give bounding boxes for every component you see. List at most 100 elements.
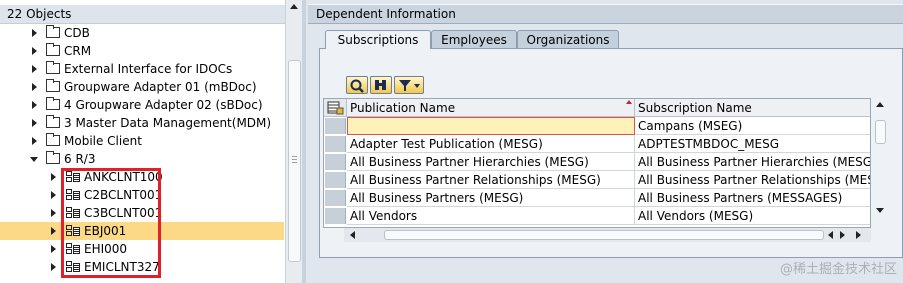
tree-item-label: Groupware Adapter 01 (mBDoc) bbox=[64, 80, 257, 94]
publication-name-cell[interactable]: All Business Partner Relationships (MESG… bbox=[347, 171, 635, 189]
expand-arrow-icon[interactable] bbox=[32, 83, 37, 91]
scroll-right-icon[interactable] bbox=[840, 231, 845, 239]
tab-label: Subscriptions bbox=[337, 33, 419, 47]
column-label: Publication Name bbox=[350, 101, 456, 115]
expand-arrow-icon[interactable] bbox=[51, 263, 56, 271]
table-row[interactable]: All Business Partner Hierarchies (MESG) … bbox=[324, 153, 870, 171]
expand-arrow-icon[interactable] bbox=[32, 101, 37, 109]
tree-vertical-scrollbar[interactable] bbox=[285, 0, 302, 283]
tab-label: Organizations bbox=[526, 33, 610, 47]
highlight-annotation-box bbox=[61, 168, 161, 278]
tree-item-external-interface[interactable]: External Interface for IDOCs bbox=[0, 60, 284, 78]
tree-item-label: CRM bbox=[64, 44, 92, 58]
table-row[interactable]: All Business Partner Relationships (MESG… bbox=[324, 171, 870, 189]
expand-arrow-icon[interactable] bbox=[32, 137, 37, 145]
filter-icon bbox=[399, 80, 420, 91]
expand-arrow-icon[interactable] bbox=[32, 65, 37, 73]
row-selector[interactable] bbox=[325, 118, 346, 134]
tree-item-label: External Interface for IDOCs bbox=[64, 62, 233, 76]
publication-name-cell[interactable] bbox=[347, 117, 635, 135]
table-row[interactable]: All Business Partners (MESG) All Busines… bbox=[324, 189, 870, 207]
scroll-left-icon[interactable] bbox=[350, 231, 355, 239]
select-all-cell[interactable] bbox=[324, 99, 347, 117]
expand-arrow-icon[interactable] bbox=[51, 245, 56, 253]
tab-organizations[interactable]: Organizations bbox=[517, 30, 619, 48]
watermark: @稀土掘金技术社区 bbox=[779, 262, 897, 277]
find-button[interactable] bbox=[370, 76, 392, 94]
grid-vertical-scrollbar[interactable] bbox=[871, 98, 890, 228]
collapse-arrow-icon[interactable] bbox=[30, 157, 38, 162]
scroll-left-icon[interactable] bbox=[828, 231, 833, 239]
subscription-name-cell[interactable]: All Business Partners (MESSAGES) bbox=[635, 189, 870, 207]
scroll-down-icon[interactable] bbox=[876, 208, 884, 213]
tree-item-label: 3 Master Data Management(MDM) bbox=[64, 116, 272, 130]
tree-item-mobile-client[interactable]: Mobile Client bbox=[0, 132, 284, 150]
expand-arrow-icon[interactable] bbox=[32, 47, 37, 55]
publication-name-cell[interactable]: All Business Partners (MESG) bbox=[347, 189, 635, 207]
publication-name-cell[interactable]: All Vendors bbox=[347, 207, 635, 225]
subscription-name-cell[interactable]: All Vendors (MESG) bbox=[635, 207, 870, 225]
folder-open-icon bbox=[46, 151, 60, 164]
tree-item-groupware-02[interactable]: 4 Groupware Adapter 02 (sBDoc) bbox=[0, 96, 284, 114]
subscription-name-cell[interactable]: All Business Partner Relationships (MESS… bbox=[635, 171, 870, 189]
scrollbar-thumb[interactable] bbox=[875, 120, 886, 144]
tree-item-crm[interactable]: CRM bbox=[0, 42, 284, 60]
panel-title-bar: Dependent Information bbox=[308, 4, 903, 24]
details-icon bbox=[350, 79, 364, 93]
tree-item-label: CDB bbox=[64, 26, 90, 40]
row-selector[interactable] bbox=[325, 190, 346, 206]
filter-button[interactable] bbox=[394, 76, 424, 94]
scroll-right-icon[interactable] bbox=[856, 231, 861, 239]
column-header-publication[interactable]: Publication Name bbox=[347, 99, 635, 117]
folder-icon bbox=[46, 43, 60, 56]
expand-arrow-icon[interactable] bbox=[51, 209, 56, 217]
tree-item-label: Mobile Client bbox=[64, 134, 142, 148]
tree-item-mdm[interactable]: 3 Master Data Management(MDM) bbox=[0, 114, 284, 132]
sort-ascending-icon bbox=[626, 100, 632, 104]
panel-title: Dependent Information bbox=[316, 7, 456, 21]
tab-employees[interactable]: Employees bbox=[431, 30, 517, 48]
scroll-up-icon[interactable] bbox=[290, 4, 298, 9]
row-selector[interactable] bbox=[325, 136, 346, 152]
expand-arrow-icon[interactable] bbox=[32, 119, 37, 127]
publication-name-cell[interactable]: All Business Partner Hierarchies (MESG) bbox=[347, 153, 635, 171]
subscription-name-cell[interactable]: Campans (MSEG) bbox=[635, 117, 870, 135]
scroll-up-icon[interactable] bbox=[876, 102, 884, 107]
tree-item-label: 4 Groupware Adapter 02 (sBDoc) bbox=[64, 98, 263, 112]
subscriptions-grid: Publication Name Subscription Name Campa… bbox=[323, 98, 871, 228]
table-row[interactable]: Adapter Test Publication (MESG) ADPTESTM… bbox=[324, 135, 870, 153]
publication-name-cell[interactable]: Adapter Test Publication (MESG) bbox=[347, 135, 635, 153]
tree-header: 22 Objects bbox=[0, 5, 290, 24]
tree-item-groupware-01[interactable]: Groupware Adapter 01 (mBDoc) bbox=[0, 78, 284, 96]
row-selector[interactable] bbox=[325, 172, 346, 188]
row-selector[interactable] bbox=[325, 208, 346, 224]
find-icon bbox=[375, 80, 386, 90]
scrollbar-thumb[interactable] bbox=[288, 60, 301, 262]
subscription-name-cell[interactable]: All Business Partner Hierarchies (MESG) bbox=[635, 153, 870, 171]
table-row[interactable]: All Vendors All Vendors (MESG) bbox=[324, 207, 870, 225]
folder-icon bbox=[46, 25, 60, 38]
tab-subscriptions[interactable]: Subscriptions bbox=[325, 30, 431, 49]
table-settings-icon bbox=[327, 101, 344, 115]
folder-icon bbox=[46, 79, 60, 92]
row-selector[interactable] bbox=[325, 154, 346, 170]
scrollbar-thumb[interactable] bbox=[384, 230, 824, 240]
tab-label: Employees bbox=[441, 33, 507, 47]
folder-icon bbox=[46, 133, 60, 146]
folder-icon bbox=[46, 61, 60, 74]
folder-icon bbox=[46, 97, 60, 110]
expand-arrow-icon[interactable] bbox=[51, 191, 56, 199]
tree-item-r3[interactable]: 6 R/3 bbox=[0, 150, 284, 168]
expand-arrow-icon[interactable] bbox=[51, 227, 56, 235]
details-button[interactable] bbox=[346, 76, 368, 94]
expand-arrow-icon[interactable] bbox=[32, 29, 37, 37]
column-header-subscription[interactable]: Subscription Name bbox=[635, 99, 870, 117]
object-tree-pane: 22 Objects CDB CRM External Interface fo… bbox=[0, 0, 302, 283]
expand-arrow-icon[interactable] bbox=[51, 173, 56, 181]
table-row[interactable]: Campans (MSEG) bbox=[324, 117, 870, 135]
column-label: Subscription Name bbox=[638, 101, 752, 115]
subscription-name-cell[interactable]: ADPTESTMBDOC_MESG bbox=[635, 135, 870, 153]
object-count: 22 Objects bbox=[7, 7, 72, 21]
tree-item-cdb[interactable]: CDB bbox=[0, 24, 284, 42]
grid-horizontal-scrollbar[interactable] bbox=[344, 228, 871, 242]
